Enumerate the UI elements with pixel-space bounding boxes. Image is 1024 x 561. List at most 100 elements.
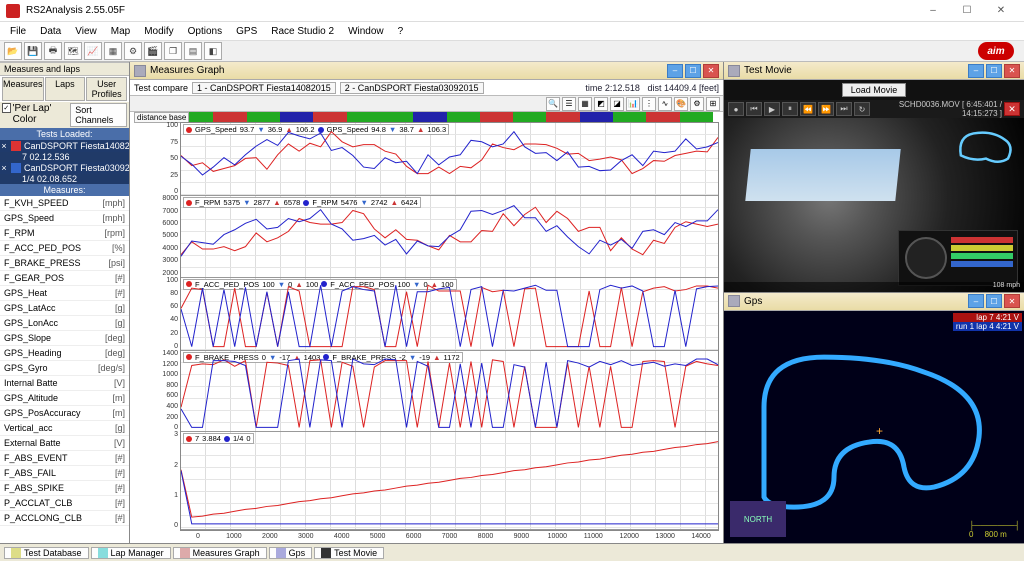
stepfwd-icon[interactable]: ⏩ [818, 102, 834, 116]
gtool-misc2-icon[interactable]: ◪ [610, 97, 624, 111]
measure-item[interactable]: GPS_Altitude[m] [0, 391, 129, 406]
movie-close-button[interactable]: ✕ [1004, 64, 1020, 78]
measure-item[interactable]: F_BRAKE_PRESS[psi] [0, 256, 129, 271]
tool-tile-icon[interactable]: ▤ [184, 42, 202, 60]
measure-item[interactable]: GPS_Gyro[deg/s] [0, 361, 129, 376]
measure-item[interactable]: P_ACCLONG_CLB[#] [0, 511, 129, 526]
menu-data[interactable]: Data [34, 25, 67, 38]
menu-modify[interactable]: Modify [138, 25, 179, 38]
graph-max-button[interactable]: ☐ [685, 64, 701, 78]
gps-max-button[interactable]: ☐ [986, 294, 1002, 308]
tool-save-icon[interactable]: 💾 [24, 42, 42, 60]
menu-options[interactable]: Options [182, 25, 228, 38]
maximize-button[interactable]: ☐ [950, 2, 984, 20]
btab-lapmgr[interactable]: Lap Manager [91, 547, 171, 559]
menu-map[interactable]: Map [105, 25, 136, 38]
compare-tab-1[interactable]: 1 - CanDSPORT Fiesta14082015 [192, 82, 336, 94]
measure-item[interactable]: P_ACCLAT_CLB[#] [0, 496, 129, 511]
measure-item[interactable]: F_RPM[rpm] [0, 226, 129, 241]
play-icon[interactable]: ▶ [764, 102, 780, 116]
gtool-cog-icon[interactable]: ⚙ [690, 97, 704, 111]
measure-item[interactable]: GPS_Heading[deg] [0, 346, 129, 361]
sidebar-tab-laps[interactable]: Laps [45, 77, 86, 101]
prev-icon[interactable]: ⏮ [746, 102, 762, 116]
loop-icon[interactable]: ↻ [854, 102, 870, 116]
gtool-xy-icon[interactable]: ⊞ [706, 97, 720, 111]
rec-icon[interactable]: ● [728, 102, 744, 116]
test-lap-1[interactable]: 7 02.12.536 [0, 152, 129, 162]
movie-max-button[interactable]: ☐ [986, 64, 1002, 78]
gps-min-button[interactable]: – [968, 294, 984, 308]
movie-file: SCHD0036.MOV [899, 100, 960, 109]
gtool-chart-icon[interactable]: 📊 [626, 97, 640, 111]
gtool-misc1-icon[interactable]: ◩ [594, 97, 608, 111]
perlap-checkbox[interactable]: ✓ [2, 103, 11, 113]
graph-area[interactable]: distance base GPS_Speed93.7▼36.9▲106.2GP… [130, 112, 723, 543]
measure-item[interactable]: Internal Batte[V] [0, 376, 129, 391]
next-icon[interactable]: ⏭ [836, 102, 852, 116]
btab-testdb[interactable]: Test Database [4, 547, 89, 559]
gps-close-button[interactable]: ✕ [1004, 294, 1020, 308]
tool-cascade-icon[interactable]: ❐ [164, 42, 182, 60]
swatch-blue-icon [11, 163, 21, 173]
gtool-palette-icon[interactable]: 🎨 [674, 97, 688, 111]
gtool-line-icon[interactable]: ∿ [658, 97, 672, 111]
measure-item[interactable]: F_KVH_SPEED[mph] [0, 196, 129, 211]
measure-item[interactable]: GPS_PosAccuracy[m] [0, 406, 129, 421]
gtool-grid-icon[interactable]: ▦ [578, 97, 592, 111]
btab-gps[interactable]: Gps [269, 547, 313, 559]
menu-window[interactable]: Window [342, 25, 390, 38]
measure-item[interactable]: Vertical_acc[g] [0, 421, 129, 436]
tool-chart-icon[interactable]: 📈 [84, 42, 102, 60]
measure-item[interactable]: F_ABS_SPIKE[#] [0, 481, 129, 496]
measure-item[interactable]: GPS_Slope[deg] [0, 331, 129, 346]
test-item-1[interactable]: × CanDSPORT Fiesta14082015 [0, 140, 129, 152]
measure-item[interactable]: F_ACC_PED_POS[%] [0, 241, 129, 256]
menu-help[interactable]: ? [392, 25, 410, 38]
tool-gear-icon[interactable]: ⚙ [124, 42, 142, 60]
tool-table-icon[interactable]: ▦ [104, 42, 122, 60]
compare-tab-2[interactable]: 2 - CanDSPORT Fiesta03092015 [340, 82, 484, 94]
sort-channels-button[interactable]: Sort Channels [70, 103, 127, 127]
gtool-zoom-icon[interactable]: 🔍 [546, 97, 560, 111]
gps-map[interactable]: + lap 7 4:21 V run 1 lap 4 4:21 V NORTH … [724, 311, 1024, 543]
stepback-icon[interactable]: ⏪ [800, 102, 816, 116]
movie-viewport[interactable]: 108 mph [724, 118, 1024, 292]
menu-racestudio[interactable]: Race Studio 2 [265, 25, 340, 38]
measures-list[interactable]: F_KVH_SPEED[mph]GPS_Speed[mph]F_RPM[rpm]… [0, 196, 129, 543]
graph-close-button[interactable]: ✕ [703, 64, 719, 78]
tool-map-icon[interactable]: 🗺 [64, 42, 82, 60]
tool-misc-icon[interactable]: ◧ [204, 42, 222, 60]
minimize-button[interactable]: – [916, 2, 950, 20]
measure-item[interactable]: F_ABS_EVENT[#] [0, 451, 129, 466]
measure-item[interactable]: GPS_Heat[#] [0, 286, 129, 301]
menu-view[interactable]: View [69, 25, 103, 38]
menu-file[interactable]: File [4, 25, 32, 38]
test-item-2[interactable]: × CanDSPORT Fiesta03092015 [0, 162, 129, 174]
measure-item[interactable]: F_ABS_FAIL[#] [0, 466, 129, 481]
measure-item[interactable]: External Batte[V] [0, 436, 129, 451]
sidebar-tab-measures[interactable]: Measures [2, 77, 44, 101]
graph-min-button[interactable]: – [667, 64, 683, 78]
movie-stop-button[interactable]: ✕ [1004, 102, 1020, 116]
measure-item[interactable]: GPS_LatAcc[g] [0, 301, 129, 316]
gtool-sep-icon[interactable]: ⋮ [642, 97, 656, 111]
measure-item[interactable]: GPS_LonAcc[g] [0, 316, 129, 331]
tool-movie-icon[interactable]: 🎬 [144, 42, 162, 60]
test-lap-2[interactable]: 1/4 02.08.652 [0, 174, 129, 184]
tool-open-icon[interactable]: 📂 [4, 42, 22, 60]
gtool-settings-icon[interactable]: ☰ [562, 97, 576, 111]
menu-gps[interactable]: GPS [230, 25, 263, 38]
movie-body: Load Movie ● ⏮ ▶ ⏸ ⏪ ⏩ ⏭ ↻ SCHD0036.MOV … [724, 80, 1024, 292]
tool-print-icon[interactable]: 🖶 [44, 42, 62, 60]
movie-min-button[interactable]: – [968, 64, 984, 78]
measure-item[interactable]: F_GEAR_POS[#] [0, 271, 129, 286]
btab-measures[interactable]: Measures Graph [173, 547, 267, 559]
measure-item[interactable]: GPS_Speed[mph] [0, 211, 129, 226]
btab-movie[interactable]: Test Movie [314, 547, 384, 559]
pause-icon[interactable]: ⏸ [782, 102, 798, 116]
sidebar-tab-userprofiles[interactable]: User Profiles [86, 77, 127, 101]
load-movie-button[interactable]: Load Movie [842, 83, 907, 97]
svg-text:+: + [876, 424, 883, 438]
close-button[interactable]: ✕ [984, 2, 1018, 20]
